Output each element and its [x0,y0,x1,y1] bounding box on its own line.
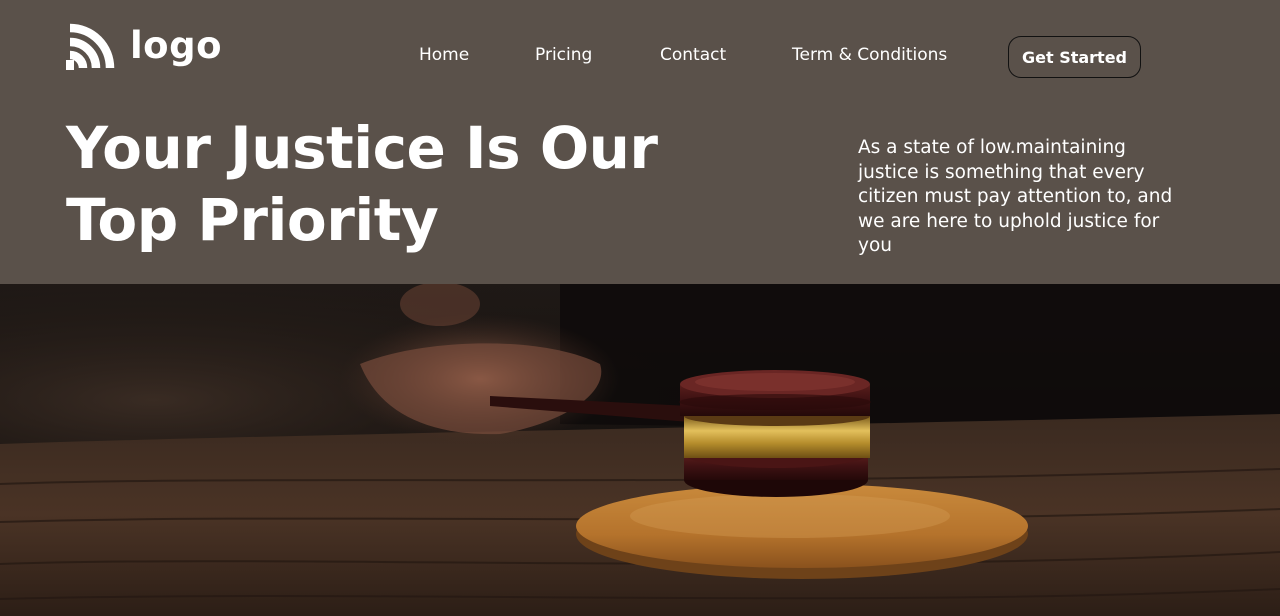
get-started-button[interactable]: Get Started [1008,36,1141,78]
gavel-on-sound-block-image [0,284,1280,616]
hero-headline: Your Justice Is Our Top Priority [66,112,766,256]
nav-contact-link[interactable]: Contact [660,44,726,66]
hero-tagline: As a state of low.maintaining justice is… [858,137,1173,257]
nav-terms-link[interactable]: Term & Conditions [792,44,947,66]
nav-home-link[interactable]: Home [419,44,469,66]
gavel-photo [0,284,1280,616]
headline-line-1: Your Justice Is Our [66,114,658,182]
hero-header: logo Home Pricing Contact Term & Conditi… [0,0,1280,284]
landing-page: logo Home Pricing Contact Term & Conditi… [0,0,1280,616]
nav-pricing-link[interactable]: Pricing [535,44,592,66]
headline-line-2: Top Priority [66,186,439,254]
